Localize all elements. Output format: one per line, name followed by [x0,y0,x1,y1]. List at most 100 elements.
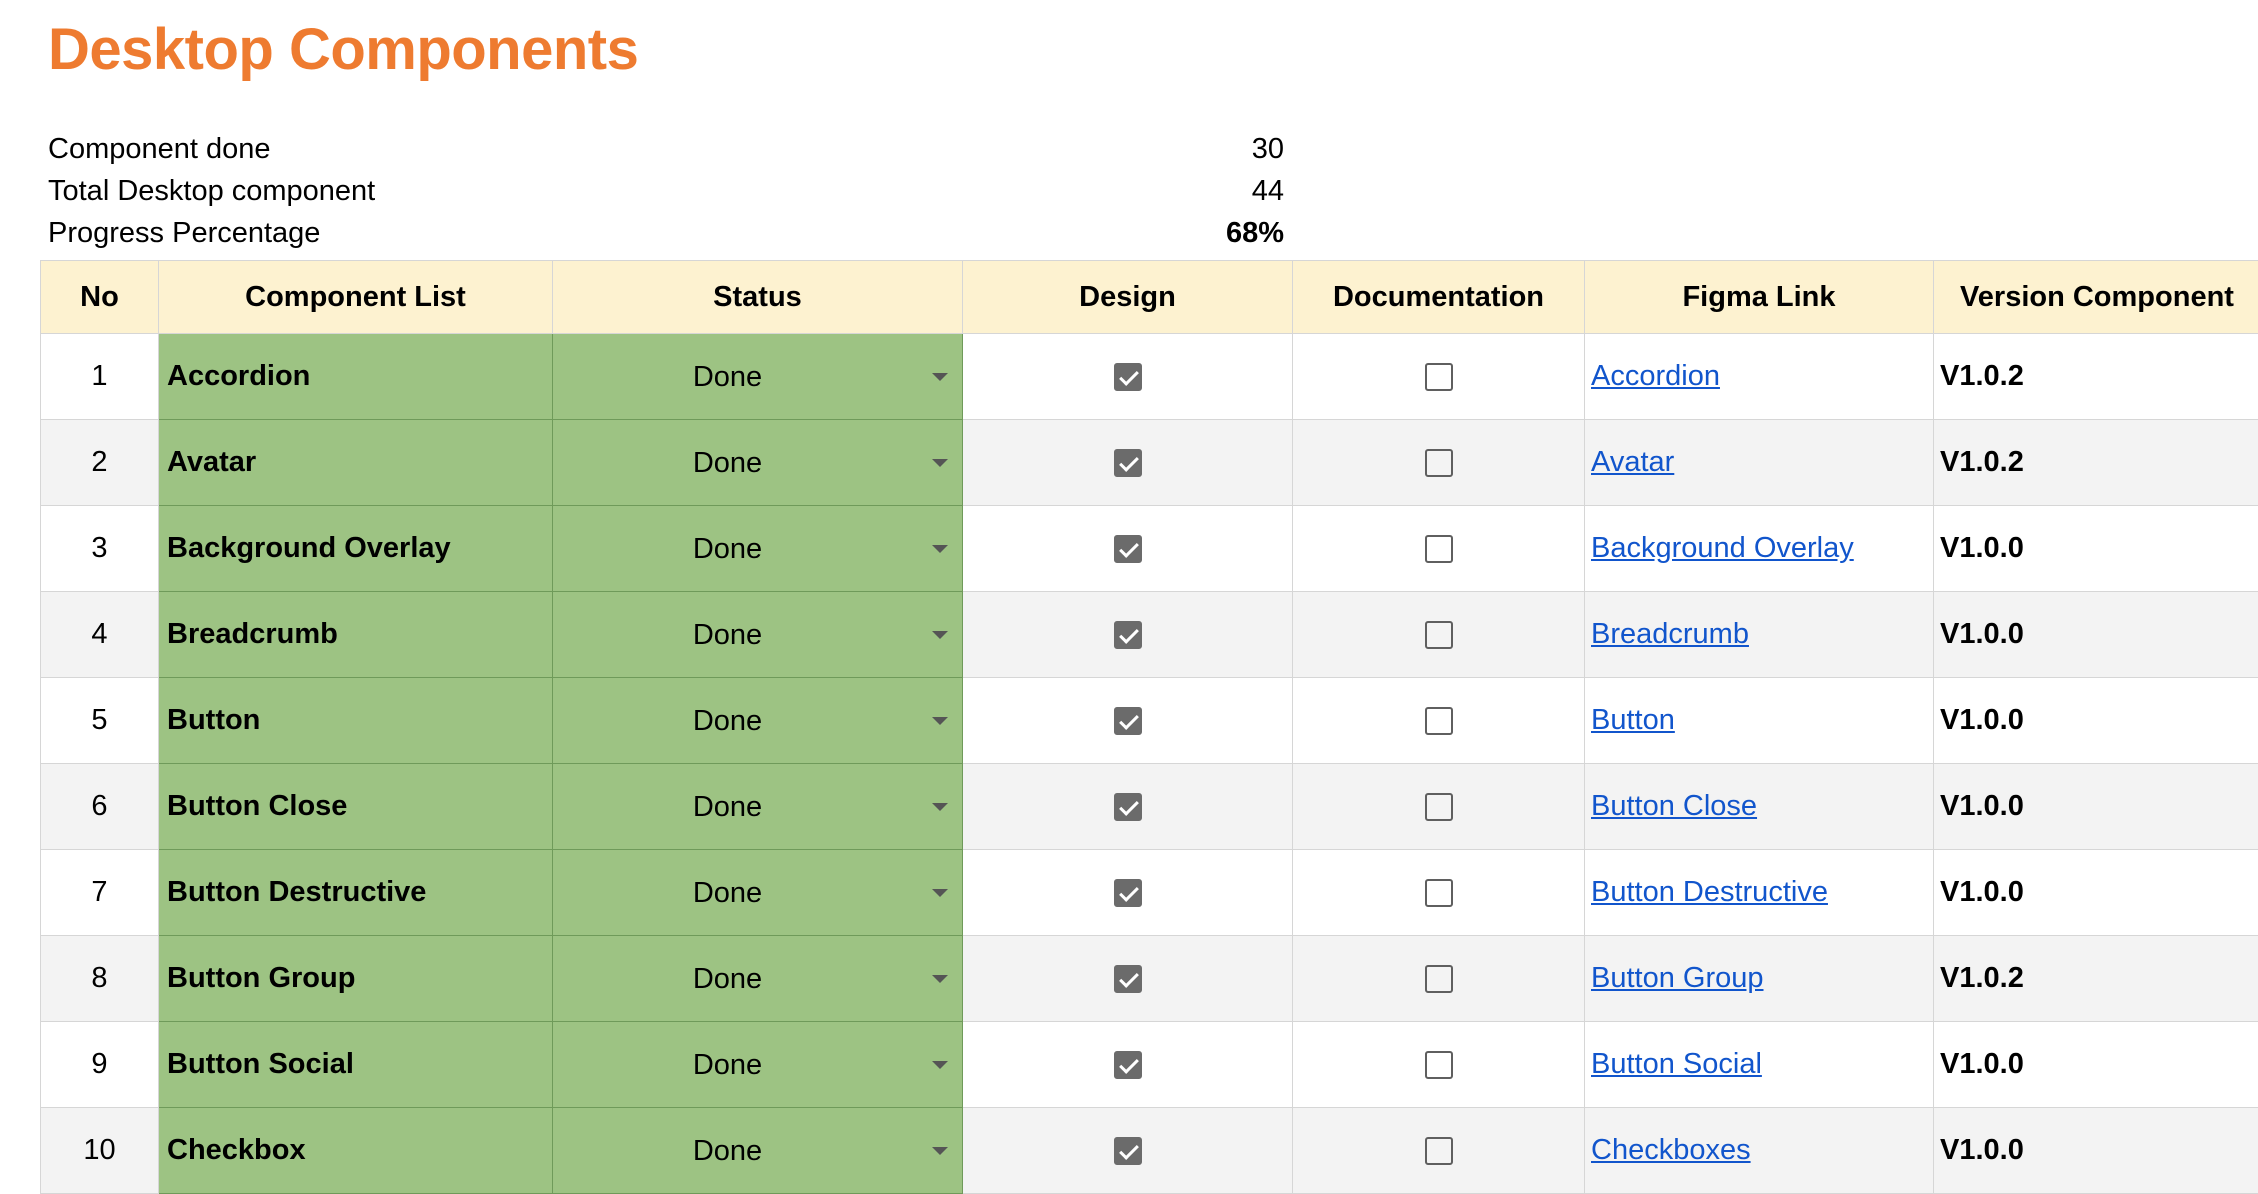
dropdown-arrow-icon[interactable] [932,717,948,725]
design-checkbox[interactable] [1114,449,1142,477]
design-checkbox[interactable] [1114,1137,1142,1165]
component-name-cell[interactable]: Background Overlay [159,506,553,592]
row-number-cell[interactable]: 9 [41,1022,159,1108]
design-checkbox[interactable] [1114,621,1142,649]
dropdown-arrow-icon[interactable] [932,631,948,639]
dropdown-arrow-icon[interactable] [932,373,948,381]
figma-link[interactable]: Accordion [1591,360,1720,392]
component-name-cell[interactable]: Avatar [159,420,553,506]
row-number: 6 [91,790,107,822]
row-number-cell[interactable]: 7 [41,850,159,936]
documentation-checkbox[interactable] [1425,363,1453,391]
design-checkbox[interactable] [1114,879,1142,907]
component-name: Button Social [167,1048,354,1080]
component-name-cell[interactable]: Checkbox [159,1108,553,1194]
design-checkbox[interactable] [1114,793,1142,821]
documentation-checkbox[interactable] [1425,535,1453,563]
design-checkbox[interactable] [1114,707,1142,735]
status-dropdown[interactable]: Done [553,1108,963,1194]
header-version-component[interactable]: Version Component [1934,261,2258,334]
row-number: 7 [91,876,107,908]
status-dropdown[interactable]: Done [553,678,963,764]
figma-link[interactable]: Button Group [1591,962,1764,994]
documentation-checkbox[interactable] [1425,1137,1453,1165]
version-cell[interactable]: V1.0.2 [1934,420,2258,506]
status-dropdown[interactable]: Done [553,1022,963,1108]
row-number-cell[interactable]: 3 [41,506,159,592]
header-figma-link[interactable]: Figma Link [1585,261,1934,334]
summary-label: Component done [48,128,271,170]
figma-link[interactable]: Avatar [1591,446,1674,478]
version-cell[interactable]: V1.0.0 [1934,678,2258,764]
status-dropdown[interactable]: Done [553,764,963,850]
header-design[interactable]: Design [963,261,1293,334]
documentation-checkbox[interactable] [1425,879,1453,907]
status-dropdown[interactable]: Done [553,850,963,936]
dropdown-arrow-icon[interactable] [932,1061,948,1069]
status-dropdown[interactable]: Done [553,334,963,420]
design-checkbox[interactable] [1114,965,1142,993]
version-cell[interactable]: V1.0.0 [1934,764,2258,850]
dropdown-arrow-icon[interactable] [932,1147,948,1155]
component-name-cell[interactable]: Button [159,678,553,764]
documentation-checkbox[interactable] [1425,707,1453,735]
documentation-checkbox[interactable] [1425,793,1453,821]
dropdown-arrow-icon[interactable] [932,803,948,811]
figma-link[interactable]: Button Close [1591,790,1757,822]
component-name-cell[interactable]: Button Close [159,764,553,850]
figma-link[interactable]: Breadcrumb [1591,618,1749,650]
component-name-cell[interactable]: Accordion [159,334,553,420]
header-status[interactable]: Status [553,261,963,334]
design-checkbox[interactable] [1114,1051,1142,1079]
summary-row-progress[interactable]: Progress Percentage 68% [48,212,1288,254]
status-dropdown[interactable]: Done [553,592,963,678]
dropdown-arrow-icon[interactable] [932,459,948,467]
documentation-checkbox[interactable] [1425,449,1453,477]
component-name-cell[interactable]: Button Destructive [159,850,553,936]
row-number-cell[interactable]: 8 [41,936,159,1022]
figma-link[interactable]: Background Overlay [1591,532,1854,564]
version-cell[interactable]: V1.0.2 [1934,334,2258,420]
header-no[interactable]: No [41,261,159,334]
version-cell[interactable]: V1.0.0 [1934,1022,2258,1108]
status-dropdown[interactable]: Done [553,506,963,592]
figma-link[interactable]: Button [1591,704,1675,736]
row-number-cell[interactable]: 2 [41,420,159,506]
dropdown-arrow-icon[interactable] [932,889,948,897]
version-value: V1.0.2 [1940,360,2024,392]
row-number-cell[interactable]: 1 [41,334,159,420]
design-cell [963,506,1293,592]
figma-link[interactable]: Button Social [1591,1048,1762,1080]
component-name-cell[interactable]: Button Social [159,1022,553,1108]
table-body: 1AccordionDoneAccordionV1.0.22AvatarDone… [41,334,2258,1194]
dropdown-arrow-icon[interactable] [932,545,948,553]
row-number-cell[interactable]: 6 [41,764,159,850]
design-checkbox[interactable] [1114,535,1142,563]
status-dropdown[interactable]: Done [553,936,963,1022]
header-component-list[interactable]: Component List [159,261,553,334]
status-dropdown[interactable]: Done [553,420,963,506]
version-cell[interactable]: V1.0.0 [1934,506,2258,592]
row-number: 1 [91,360,107,392]
version-cell[interactable]: V1.0.0 [1934,850,2258,936]
documentation-checkbox[interactable] [1425,621,1453,649]
figma-link[interactable]: Checkboxes [1591,1134,1751,1166]
version-cell[interactable]: V1.0.0 [1934,592,2258,678]
dropdown-arrow-icon[interactable] [932,975,948,983]
summary-row-total-component[interactable]: Total Desktop component 44 [48,170,1288,212]
component-name-cell[interactable]: Breadcrumb [159,592,553,678]
documentation-checkbox[interactable] [1425,965,1453,993]
figma-link[interactable]: Button Destructive [1591,876,1828,908]
component-name-cell[interactable]: Button Group [159,936,553,1022]
figma-link-cell: Button Social [1585,1022,1934,1108]
version-value: V1.0.0 [1940,876,2024,908]
summary-row-component-done[interactable]: Component done 30 [48,128,1288,170]
row-number-cell[interactable]: 10 [41,1108,159,1194]
design-checkbox[interactable] [1114,363,1142,391]
documentation-checkbox[interactable] [1425,1051,1453,1079]
header-documentation[interactable]: Documentation [1293,261,1585,334]
version-cell[interactable]: V1.0.2 [1934,936,2258,1022]
version-cell[interactable]: V1.0.0 [1934,1108,2258,1194]
row-number-cell[interactable]: 5 [41,678,159,764]
row-number-cell[interactable]: 4 [41,592,159,678]
